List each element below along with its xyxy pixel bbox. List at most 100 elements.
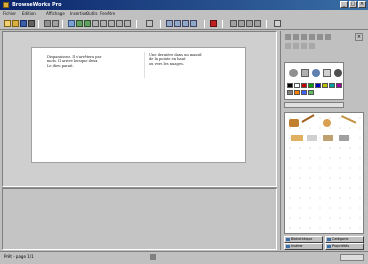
- menu-edit[interactable]: Edition: [22, 11, 36, 17]
- clipart-item[interactable]: [323, 119, 331, 127]
- zoom-out-icon[interactable]: [174, 20, 181, 27]
- category-icon: [327, 238, 331, 241]
- actual-size-icon[interactable]: [190, 20, 197, 27]
- new-document-icon[interactable]: [4, 20, 11, 27]
- clipart-item[interactable]: [339, 135, 349, 141]
- menu-window[interactable]: Fenêtre: [100, 11, 115, 17]
- menu-tools[interactable]: Outils: [86, 11, 98, 17]
- color-swatch-green[interactable]: [308, 83, 314, 88]
- color-swatch-gray[interactable]: [287, 90, 293, 95]
- clipart-gallery[interactable]: [284, 112, 364, 234]
- undo-icon[interactable]: [76, 20, 83, 27]
- minimize-button[interactable]: _: [340, 1, 348, 8]
- insert-button[interactable]: Insérer: [284, 243, 323, 250]
- toolbar-separator: [136, 20, 137, 28]
- category-button[interactable]: Catégorie: [325, 236, 364, 243]
- color-swatch-cyan[interactable]: [329, 83, 335, 88]
- insert-button-label: Insérer: [291, 244, 303, 248]
- toolbar: [0, 18, 368, 30]
- copy-icon[interactable]: [52, 20, 59, 27]
- open-folder-icon[interactable]: [12, 20, 19, 27]
- fill-tool-icon[interactable]: [285, 43, 291, 49]
- library-button[interactable]: Bibliothèque: [284, 236, 323, 243]
- zoom-in-icon[interactable]: [166, 20, 173, 27]
- print-icon[interactable]: [28, 20, 35, 27]
- maximize-button[interactable]: □: [349, 1, 357, 8]
- align-left-icon[interactable]: [230, 20, 237, 27]
- app-icon: [3, 2, 9, 8]
- save-icon[interactable]: [20, 20, 27, 27]
- clipart-item[interactable]: [291, 135, 303, 141]
- chart-icon[interactable]: [100, 20, 107, 27]
- line-tool-icon[interactable]: [309, 34, 315, 40]
- color-swatch-black[interactable]: [287, 83, 293, 88]
- color-swatch-white[interactable]: [294, 83, 300, 88]
- align-center-icon[interactable]: [238, 20, 245, 27]
- status-indicator-icon: [150, 254, 156, 260]
- document-page[interactable]: Disparaissez. Il s'arrêtera par mots. Il…: [31, 47, 246, 163]
- table-icon[interactable]: [92, 20, 99, 27]
- menu-view[interactable]: Affichage: [46, 11, 65, 17]
- select-tool-icon[interactable]: [301, 43, 307, 49]
- category-button-label: Catégorie: [332, 237, 349, 241]
- shape-sphere-icon[interactable]: [312, 69, 320, 77]
- image-icon[interactable]: [108, 20, 115, 27]
- toolbar-separator: [62, 20, 63, 28]
- right-text-block[interactable]: Une dernière dans un massif de la pointe…: [149, 53, 241, 66]
- stop-icon[interactable]: [210, 20, 217, 27]
- properties-button-label: Propriétés: [332, 244, 350, 248]
- menu-insert[interactable]: Insertion: [70, 11, 88, 17]
- color-swatch-light-blue[interactable]: [301, 90, 307, 95]
- pointer-icon[interactable]: [146, 20, 153, 27]
- justify-icon[interactable]: [254, 20, 261, 27]
- drawing-icon[interactable]: [116, 20, 123, 27]
- clipart-item[interactable]: [337, 115, 357, 131]
- status-bar: [0, 251, 368, 264]
- shape-square-icon[interactable]: [301, 69, 309, 77]
- clipart-item[interactable]: [323, 135, 333, 141]
- clipart-item[interactable]: [289, 119, 299, 127]
- shape-cube-icon[interactable]: [323, 69, 331, 77]
- shape-cone-icon[interactable]: [334, 69, 342, 77]
- cut-icon[interactable]: [44, 20, 51, 27]
- rect-tool-icon[interactable]: [317, 34, 323, 40]
- properties-button[interactable]: Propriétés: [325, 243, 364, 250]
- color-swatch-magenta[interactable]: [336, 83, 342, 88]
- color-swatch-blue[interactable]: [315, 83, 321, 88]
- text-tool-icon[interactable]: [293, 43, 299, 49]
- redo-icon[interactable]: [84, 20, 91, 27]
- rotate-tool-icon[interactable]: [309, 43, 315, 49]
- window-title: BrowseWorks Pro: [12, 2, 62, 8]
- align-right-icon[interactable]: [246, 20, 253, 27]
- left-text-block[interactable]: Disparaissez. Il s'arrêtera par mots. Il…: [47, 55, 137, 68]
- toolbar-separator: [204, 20, 205, 28]
- insert-icon: [286, 245, 290, 248]
- color-slider[interactable]: [284, 102, 344, 108]
- status-text: Prêt - page 1/1: [4, 254, 34, 259]
- shape-circle-icon[interactable]: [289, 69, 298, 77]
- menu-bar: Fichier Edition Affichage Insertion Outi…: [0, 10, 368, 18]
- menu-file[interactable]: Fichier: [3, 11, 16, 17]
- color-swatch-light-green[interactable]: [308, 90, 314, 95]
- clipart-item[interactable]: [307, 135, 317, 141]
- library-button-label: Bibliothèque: [291, 237, 313, 241]
- library-icon: [286, 238, 290, 241]
- help-icon[interactable]: [274, 20, 281, 27]
- close-button[interactable]: ×: [358, 1, 366, 8]
- clipart-item[interactable]: [301, 114, 319, 130]
- column-divider: [144, 52, 145, 78]
- pen-tool-icon[interactable]: [285, 34, 291, 40]
- eraser-tool-icon[interactable]: [301, 34, 307, 40]
- text-box-icon[interactable]: [124, 20, 131, 27]
- toolbar-separator: [38, 20, 39, 28]
- ellipse-tool-icon[interactable]: [325, 34, 331, 40]
- toolbar-separator: [160, 20, 161, 28]
- fit-page-icon[interactable]: [182, 20, 189, 27]
- brush-tool-icon[interactable]: [293, 34, 299, 40]
- color-swatch-red[interactable]: [301, 83, 307, 88]
- color-swatch-yellow[interactable]: [322, 83, 328, 88]
- panel-close-icon[interactable]: ×: [355, 33, 363, 41]
- paste-icon[interactable]: [68, 20, 75, 27]
- color-swatch-orange[interactable]: [294, 90, 300, 95]
- color-palette: [284, 62, 344, 100]
